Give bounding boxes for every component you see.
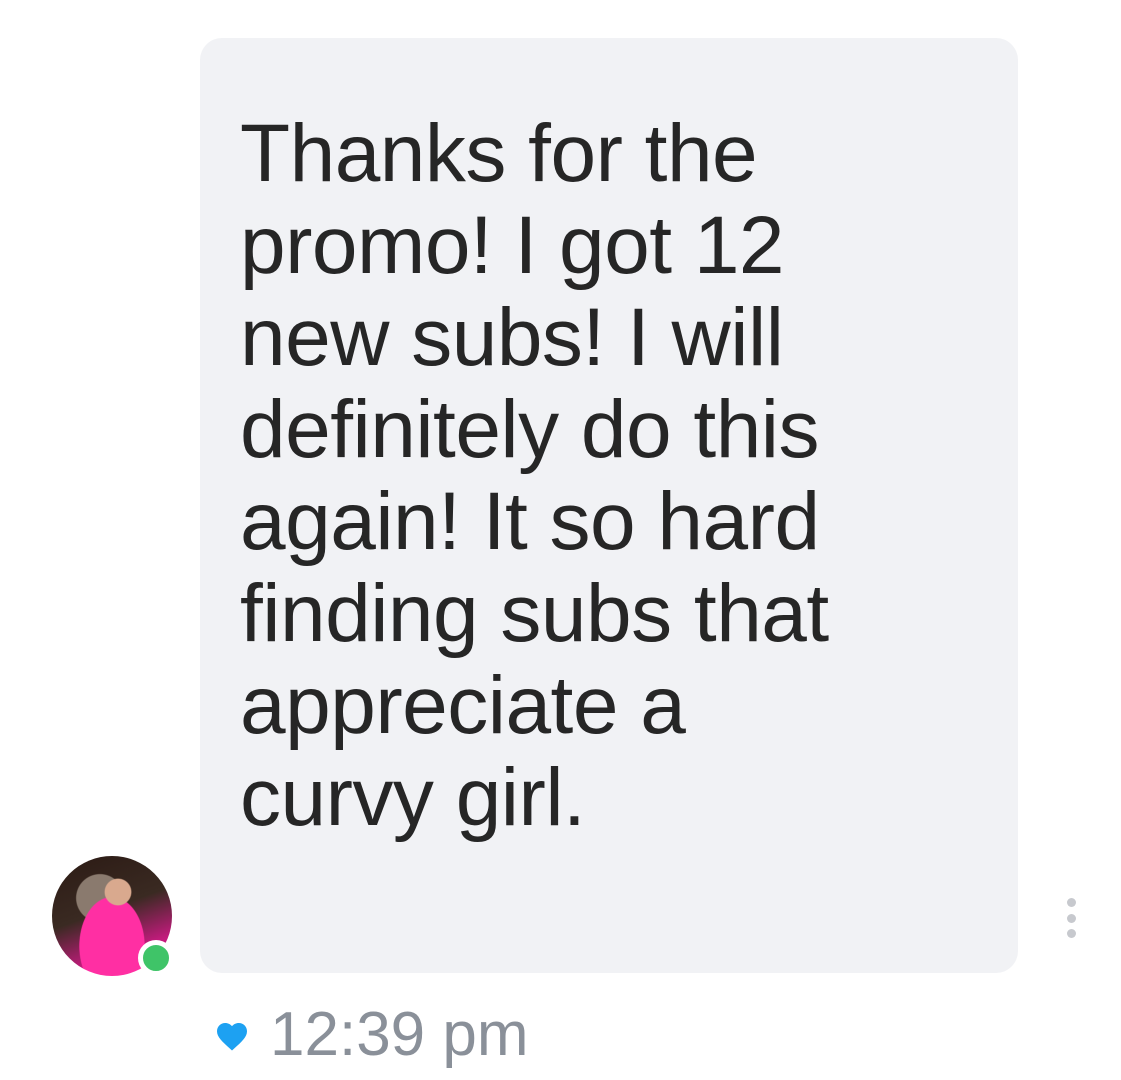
message-line: promo! I got 12 [240,200,785,291]
message-line: finding subs that [240,568,829,659]
more-dot [1066,929,1076,938]
message-line: Thanks for the [240,108,758,199]
message-line: again! It so hard [240,476,820,567]
message-line: new subs! I will [240,292,784,383]
heart-icon[interactable] [214,1018,250,1052]
more-vertical-icon[interactable] [1064,898,1078,938]
message-bubble[interactable]: Thanks for the promo! I got 12 new subs!… [200,38,1018,973]
more-dot [1066,913,1076,923]
message-timestamp: 12:39 pm [270,1000,529,1069]
message-meta: 12:39 pm [214,1000,529,1070]
sender-avatar[interactable] [52,856,174,976]
more-dot [1066,898,1076,907]
message-line: appreciate a [240,660,686,751]
message-line: curvy girl. [240,752,586,843]
online-status-dot [138,940,174,976]
message-line: definitely do this [240,384,820,475]
